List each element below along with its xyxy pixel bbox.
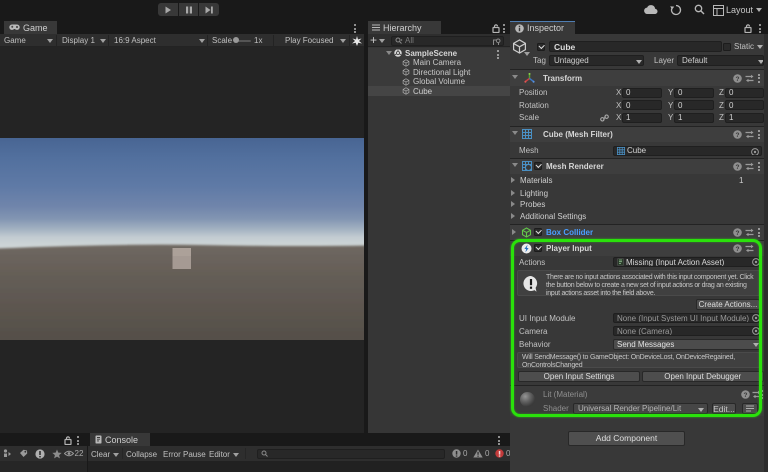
svg-text:?: ?: [736, 75, 740, 82]
svg-text:?: ?: [736, 164, 740, 171]
svg-text:?: ?: [736, 132, 740, 139]
svg-text:?: ?: [736, 230, 740, 237]
